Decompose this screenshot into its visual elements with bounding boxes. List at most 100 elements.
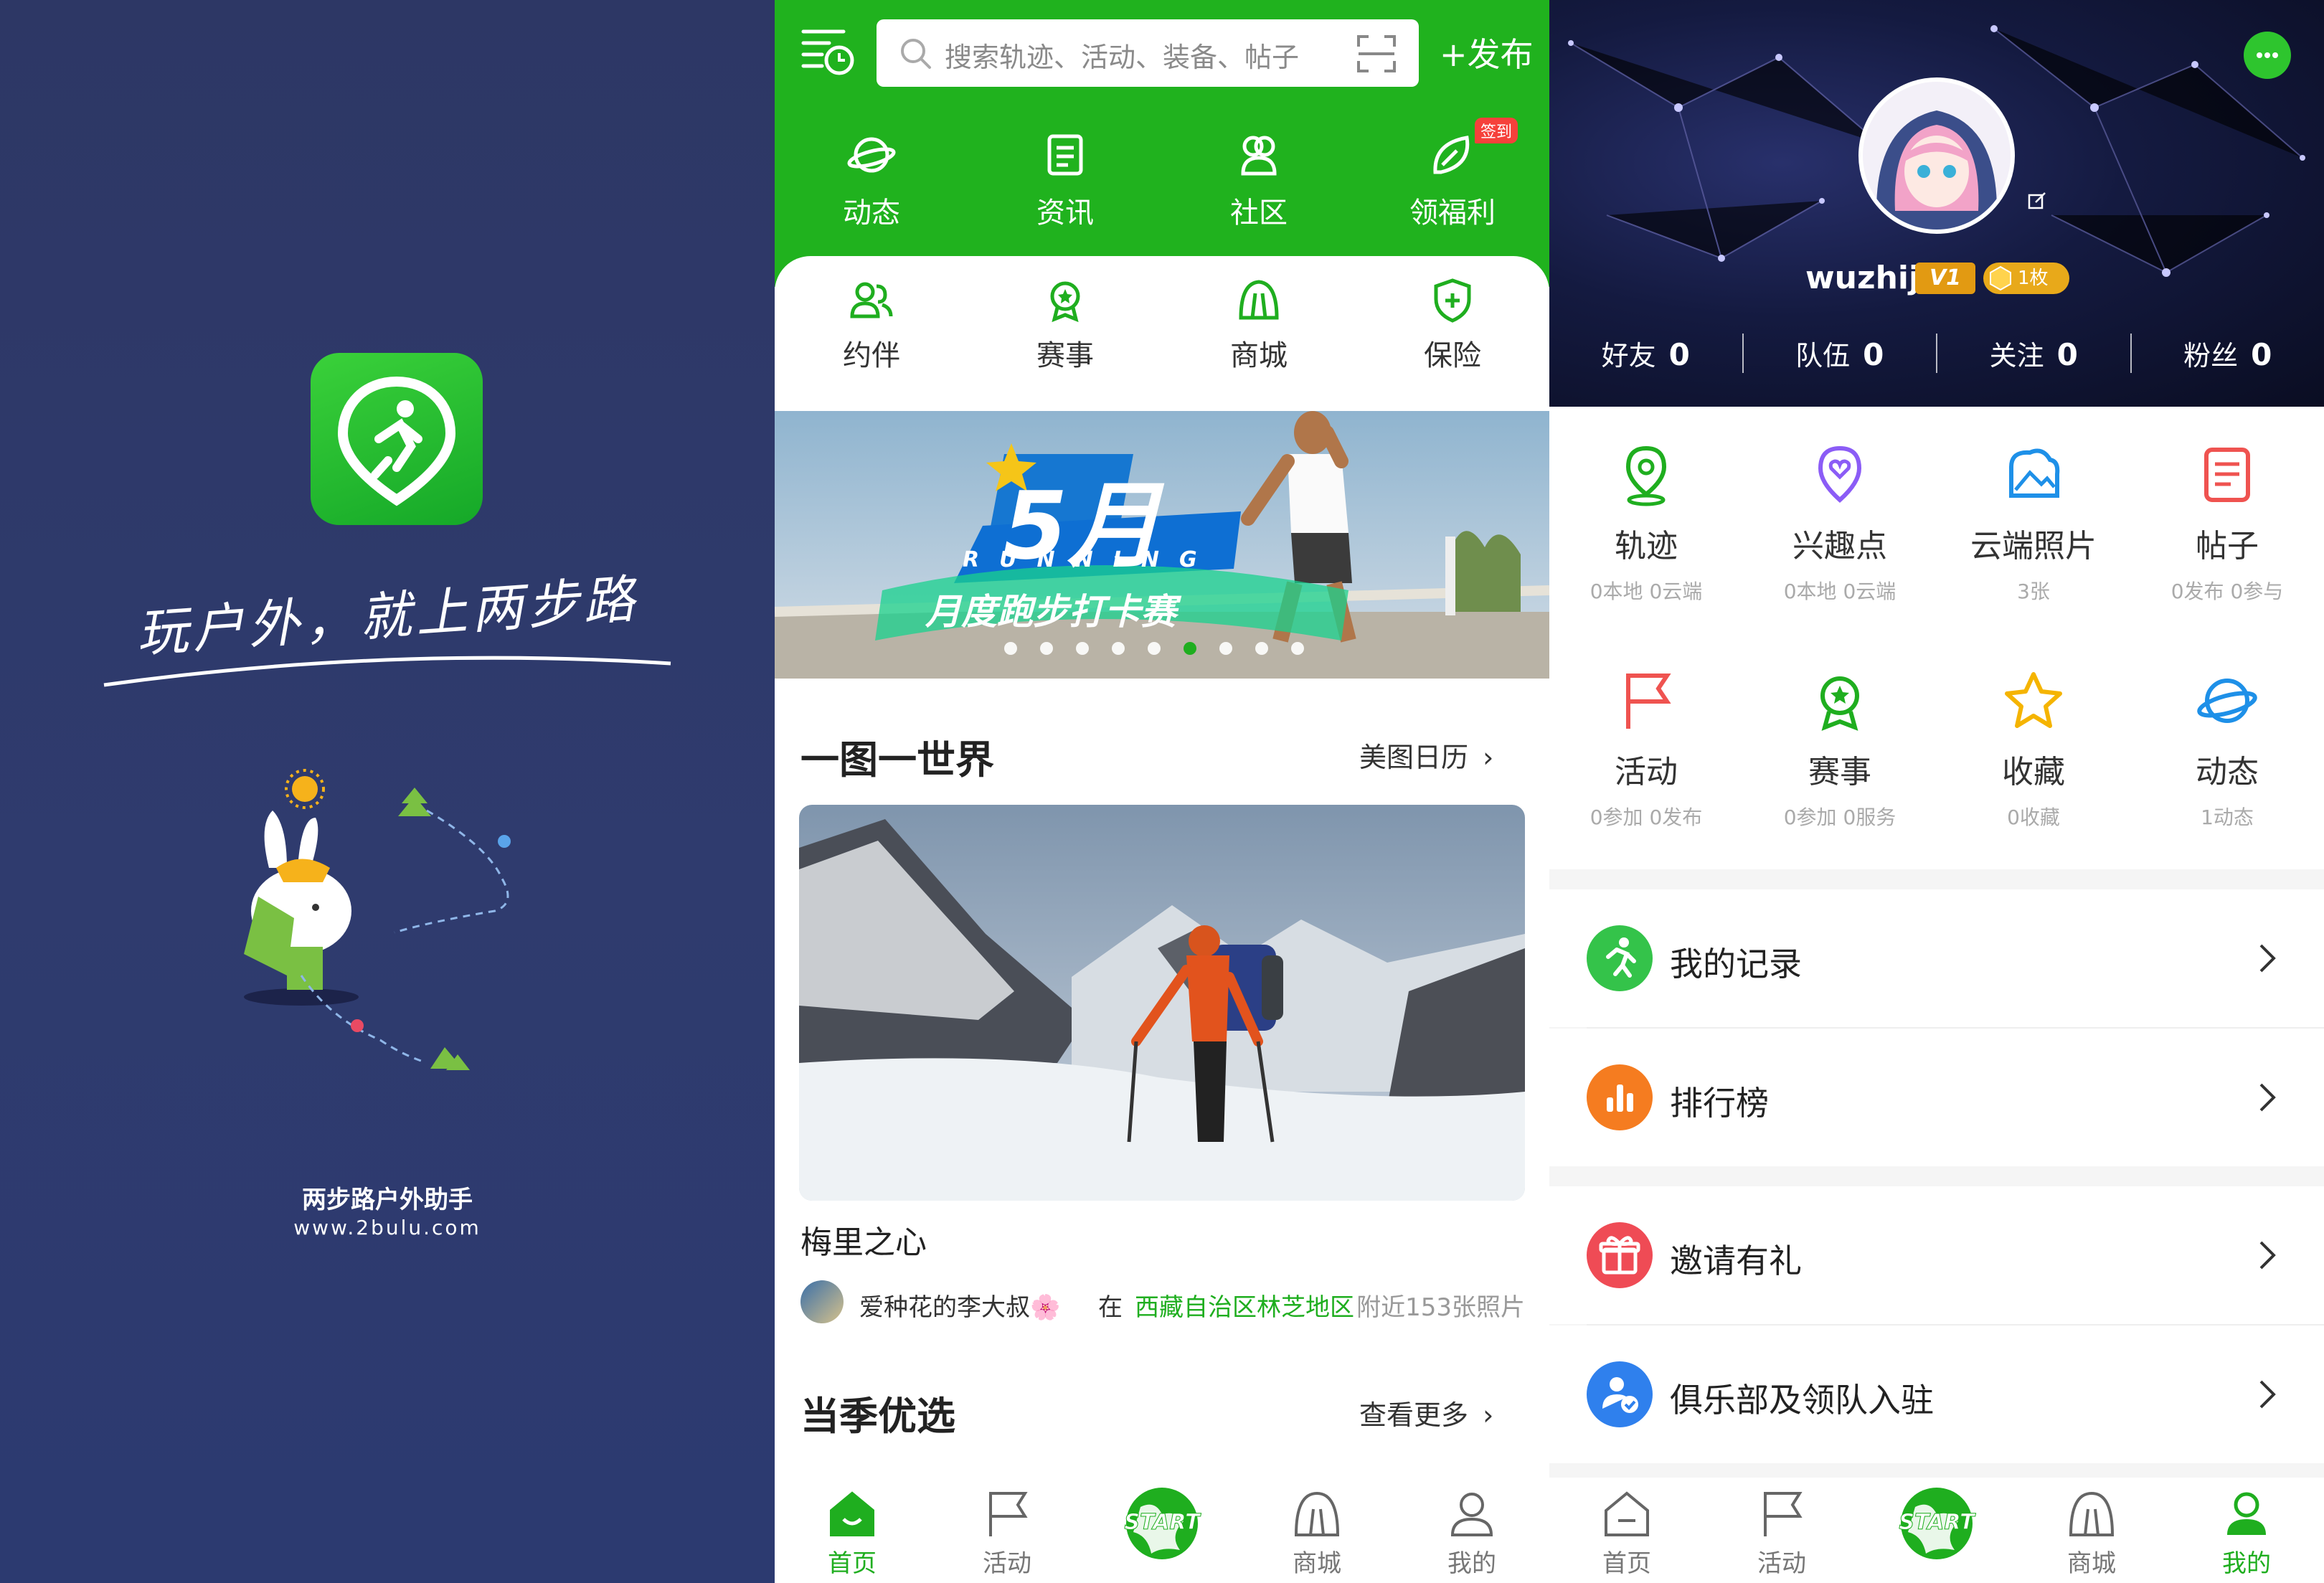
author-name[interactable]: 爱种花的李大叔🌸 [859,1287,1060,1323]
username: wuzhij [1805,260,1920,296]
location-link[interactable]: 西藏自治区林芝地区 [1135,1287,1354,1323]
calendar-link[interactable]: 美图日历 › [1359,735,1493,775]
menu-club-join[interactable]: 俱乐部及领队入驻 [1549,1326,2324,1463]
nav-events[interactable]: 赛事 [968,276,1162,374]
search-input[interactable]: 搜索轨迹、活动、装备、帖子 [877,19,1419,87]
tab-mine[interactable]: 我的 [2169,1478,2324,1583]
calendar-link-label: 美图日历 [1359,742,1469,773]
chevron-right-icon [2259,944,2276,973]
nav-community[interactable]: 社区 [1162,129,1356,231]
grid-track[interactable]: 轨迹 0本地 0云端 [1549,443,1743,605]
tab-label: 首页 [1602,1549,1651,1578]
banner-dot-active[interactable] [1184,642,1196,655]
level-badge[interactable]: V1 [1915,263,1975,294]
featured-photo[interactable] [799,805,1525,1201]
tab-activity[interactable]: 活动 [930,1478,1085,1583]
profile-feature-grid: 轨迹 0本地 0云端 兴趣点 0本地 0云端 云端照片 3张 帖子 0发布 0参… [1549,407,2324,869]
grid-label: 动态 [2196,754,2259,790]
menu-my-records[interactable]: 我的记录 [1549,889,2324,1027]
nav-label: 动态 [843,197,900,230]
edit-icon[interactable] [2027,191,2047,211]
avatar[interactable] [1858,77,2015,234]
section-title: 当季优选 [800,1394,955,1439]
grid-label: 活动 [1615,754,1678,790]
photo-author-row: 爱种花的李大叔🌸 在 西藏自治区林芝地区 附近153张照片 [800,1280,1525,1326]
grid-events[interactable]: 赛事 0参加 0服务 [1743,668,1937,831]
see-more-link[interactable]: 查看更多 › [1359,1393,1493,1432]
stat-label: 好友 [1601,340,1656,372]
scan-icon[interactable] [1356,34,1397,74]
tab-start[interactable]: START [1085,1478,1239,1583]
grid-sub: 1动态 [2201,805,2254,829]
secondary-nav: 约伴 赛事 商城 保险 [775,276,1549,374]
banner-dot[interactable] [1219,642,1232,655]
grid-dynamics[interactable]: 动态 1动态 [2130,668,2324,831]
promo-banner[interactable]: 5月 RUNNING 月度跑步打卡赛 [775,411,1549,679]
banner-dot[interactable] [1291,642,1304,655]
checkin-badge: 签到 [1475,118,1518,143]
tab-label: 首页 [828,1549,877,1578]
banner-dot[interactable] [1148,642,1161,655]
tab-start[interactable]: START [1859,1478,2014,1583]
tab-shop[interactable]: 商城 [1239,1478,1394,1583]
grid-activities[interactable]: 活动 0参加 0发布 [1549,668,1743,831]
tab-home[interactable]: 首页 [1549,1478,1704,1583]
banner-dot[interactable] [1076,642,1089,655]
stat-teams[interactable]: 队伍 0 [1744,334,1937,373]
nav-label: 约伴 [843,339,900,372]
nav-label: 社区 [1230,197,1288,230]
grid-label: 兴趣点 [1792,528,1887,564]
menu-label: 排行榜 [1670,1084,1769,1123]
coin-badge[interactable]: 1枚 [1983,263,2069,294]
banner-dot[interactable] [1255,642,1268,655]
star-icon [2005,672,2062,728]
stat-label: 关注 [1989,340,2044,372]
tab-activity[interactable]: 活动 [1704,1478,1859,1583]
gift-icon [1587,1222,1653,1288]
mascot-illustration [244,769,511,1070]
banner-dot[interactable] [1040,642,1053,655]
mountain-photo [799,805,1525,1201]
runner-icon [1587,925,1653,991]
message-button[interactable] [2244,32,2291,79]
search-icon [901,39,931,69]
profile-stats: 好友 0 队伍 0 关注 0 粉丝 0 [1549,334,2324,373]
search-placeholder: 搜索轨迹、活动、装备、帖子 [945,42,1300,73]
leaf-icon [1433,136,1470,174]
chevron-right-icon: › [1483,742,1494,773]
splash-screen: 玩户外，就上两步路 两步路户外助手 www.2bulu.com [0,0,775,1583]
tab-mine[interactable]: 我的 [1394,1478,1549,1583]
user-icon [2227,1492,2266,1535]
menu-invite[interactable]: 邀请有礼 [1549,1186,2324,1324]
home-icon [830,1491,874,1536]
grid-favorites[interactable]: 收藏 0收藏 [1937,668,2130,831]
stat-value: 0 [2056,337,2078,372]
avatar[interactable] [800,1280,844,1323]
nav-news[interactable]: 资讯 [968,129,1162,231]
nav-shop[interactable]: 商城 [1162,276,1356,374]
grid-poi[interactable]: 兴趣点 0本地 0云端 [1743,443,1937,605]
stat-following[interactable]: 关注 0 [1937,334,2132,373]
menu-leaderboard[interactable]: 排行榜 [1549,1029,2324,1166]
grid-cloud-photos[interactable]: 云端照片 3张 [1937,443,2130,605]
publish-button[interactable]: +发布 [1440,29,1534,76]
nav-companions[interactable]: 约伴 [775,276,968,374]
menu-label: 俱乐部及领队入驻 [1670,1381,1934,1419]
nav-insurance[interactable]: 保险 [1356,276,1549,374]
banner-dot[interactable] [1112,642,1125,655]
nearby-photos[interactable]: 附近153张照片 [1356,1287,1525,1323]
nav-welfare[interactable]: 领福利 签到 [1356,118,1549,231]
nav-dynamics[interactable]: 动态 [775,129,968,231]
stat-friends[interactable]: 好友 0 [1549,334,1744,373]
grid-posts[interactable]: 帖子 0发布 0参与 [2130,443,2324,605]
community-icon [1241,136,1277,176]
medal-icon [1820,676,1859,731]
start-globe-icon: START [1899,1488,1977,1559]
grid-label: 赛事 [1808,754,1871,790]
tab-home[interactable]: 首页 [775,1478,930,1583]
banner-dot[interactable] [1004,642,1017,655]
stat-fans[interactable]: 粉丝 0 [2132,334,2324,373]
history-menu-icon[interactable] [800,27,856,79]
tab-shop[interactable]: 商城 [2014,1478,2169,1583]
brand-name: 两步路户外助手 [302,1186,473,1214]
